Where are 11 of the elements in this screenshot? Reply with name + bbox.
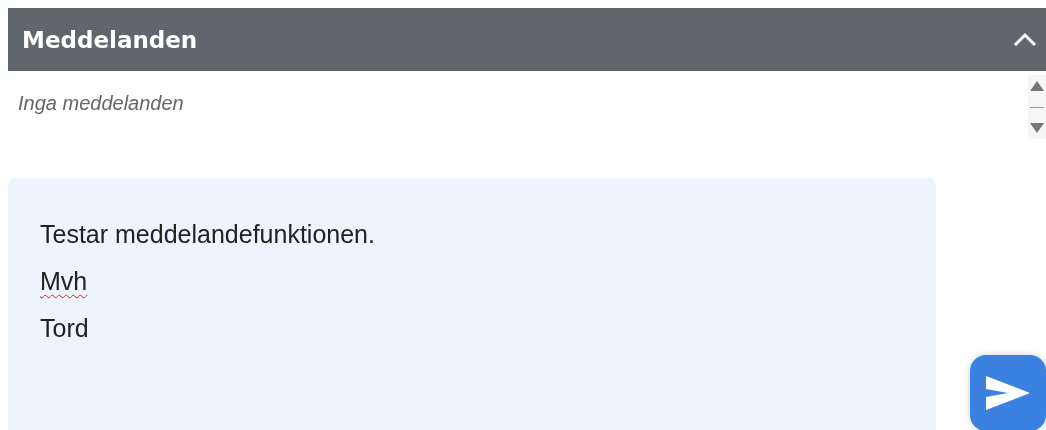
chevron-icon[interactable]	[1012, 31, 1038, 48]
message-input[interactable]: Testar meddelandefunktionen. Mvh Tord	[8, 178, 937, 430]
send-icon	[986, 376, 1031, 410]
message-line: Tord	[40, 313, 89, 344]
message-line: Mvh	[40, 266, 88, 297]
send-button[interactable]	[970, 355, 1046, 430]
panel-title: Meddelanden	[22, 26, 198, 53]
panel-header[interactable]: Meddelanden	[8, 8, 1046, 71]
message-line: Testar meddelandefunktionen.	[40, 219, 375, 250]
empty-message: Inga meddelanden	[18, 92, 184, 115]
scroll-spinner[interactable]	[1028, 75, 1046, 139]
